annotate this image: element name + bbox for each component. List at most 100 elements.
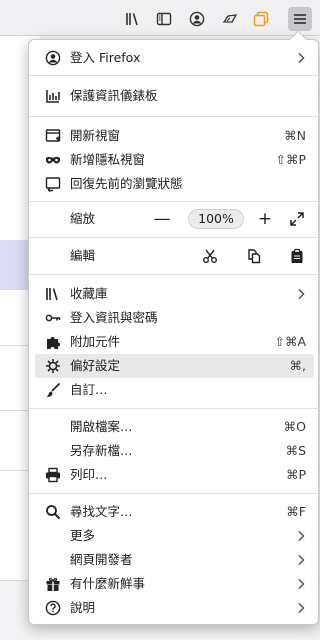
menu-separator (29, 116, 318, 117)
menu-item-logins-passwords[interactable]: 登入資訊與密碼 (35, 306, 314, 330)
chevron-right-icon (298, 288, 305, 300)
account-icon (189, 11, 205, 27)
menu-item-label: 收藏庫 (70, 286, 108, 301)
keyboard-shortcut: ⌘P (285, 467, 306, 482)
menu-item-label: 登入 Firefox (70, 50, 141, 65)
gift-icon (45, 576, 61, 592)
new-window-icon (45, 128, 61, 144)
menu-item-print[interactable]: 列印… ⌘P (35, 463, 314, 487)
menu-item-label: 有什麼新鮮事 (70, 576, 146, 591)
zoom-reset-button[interactable]: 100% (188, 209, 244, 229)
menu-item-find-in-page[interactable]: 尋找文字… ⌘F (35, 500, 314, 524)
menu-item-web-developer[interactable]: 網頁開發者 (35, 548, 314, 572)
menu-item-library[interactable]: 收藏庫 (35, 282, 314, 306)
menu-item-edit: 編輯 (35, 244, 314, 268)
screenshot-button[interactable] (218, 7, 242, 31)
library-icon (45, 286, 61, 302)
copy-button[interactable] (246, 248, 262, 264)
keyboard-shortcut: ⌘S (285, 443, 306, 458)
keyboard-shortcut: ⌘O (283, 419, 306, 434)
menu-separator (29, 274, 318, 275)
fullscreen-icon (290, 212, 304, 226)
menu-item-label: 開新視窗 (70, 128, 121, 143)
menu-item-addons[interactable]: 附加元件 ⇧⌘A (35, 330, 314, 354)
printer-icon (45, 467, 61, 483)
restore-session-icon (45, 176, 61, 192)
menu-item-whats-new[interactable]: 有什麼新鮮事 (35, 572, 314, 596)
keyboard-shortcut: ⌘F (286, 504, 306, 519)
chevron-right-icon (298, 602, 305, 614)
keyboard-shortcut: ⇧⌘P (275, 152, 306, 167)
menu-item-label: 偏好設定 (70, 358, 121, 373)
zoom-in-button[interactable]: + (256, 210, 274, 228)
menu-item-more[interactable]: 更多 (35, 524, 314, 548)
menu-item-open-file[interactable]: 開啟檔案… ⌘O (35, 415, 314, 439)
cut-button[interactable] (202, 248, 218, 264)
menu-separator (29, 237, 318, 238)
menu-item-new-window[interactable]: 開新視窗 ⌘N (35, 124, 314, 148)
menu-item-label: 回復先前的瀏覽狀態 (70, 176, 183, 191)
containers-icon (253, 11, 269, 27)
sidebar-button[interactable] (152, 7, 176, 31)
chevron-right-icon (298, 578, 305, 590)
keyboard-shortcut: ⌘, (289, 358, 306, 373)
menu-item-label: 列印… (70, 467, 108, 482)
private-mask-icon (45, 152, 61, 168)
copy-icon (248, 249, 261, 264)
scissors-icon (203, 249, 217, 263)
chart-icon (45, 88, 61, 104)
edit-label: 編輯 (70, 248, 96, 263)
chevron-right-icon (298, 52, 305, 64)
paste-button[interactable] (289, 248, 305, 264)
zoom-label: 縮放 (70, 211, 96, 226)
zoom-out-button[interactable]: — (153, 210, 171, 228)
menu-separator (29, 408, 318, 409)
menu-icon (294, 14, 306, 24)
keyboard-shortcut: ⇧⌘A (274, 334, 306, 349)
chevron-right-icon (298, 530, 305, 542)
library-icon (126, 13, 138, 26)
search-icon (45, 504, 61, 520)
menu-item-label: 自訂… (70, 382, 108, 397)
menu-item-label: 登入資訊與密碼 (70, 310, 158, 325)
screenshot-icon (222, 14, 238, 23)
menu-item-label: 保護資訊儀錶板 (70, 88, 158, 103)
menu-item-help[interactable]: 說明 (35, 596, 314, 620)
menu-item-restore-session[interactable]: 回復先前的瀏覽狀態 (35, 172, 314, 196)
menu-item-preferences[interactable]: 偏好設定 ⌘, (35, 354, 314, 378)
app-menu-panel: 登入 Firefox 保護資訊儀錶板 開新視窗 ⌘N 新增隱私視窗 ⇧⌘P 回復… (28, 30, 319, 625)
key-icon (45, 310, 61, 326)
chevron-right-icon (298, 554, 305, 566)
containers-button[interactable] (249, 7, 273, 31)
help-icon (45, 600, 61, 616)
menu-item-customize[interactable]: 自訂… (35, 378, 314, 402)
menu-item-label: 尋找文字… (70, 504, 133, 519)
menu-item-sign-in[interactable]: 登入 Firefox (35, 46, 314, 70)
menu-item-label: 網頁開發者 (70, 552, 133, 567)
paste-icon (291, 248, 303, 263)
menu-separator (29, 493, 318, 494)
menu-item-label: 開啟檔案… (70, 419, 133, 434)
open-menu-button[interactable] (288, 7, 312, 31)
menu-item-protections-dashboard[interactable]: 保護資訊儀錶板 (35, 84, 314, 108)
gear-icon (45, 358, 61, 374)
menu-item-private-window[interactable]: 新增隱私視窗 ⇧⌘P (35, 148, 314, 172)
browser-toolbar (0, 0, 320, 36)
menu-item-zoom: 縮放 — 100% + (35, 207, 314, 231)
fullscreen-button[interactable] (289, 211, 305, 227)
menu-item-label: 附加元件 (70, 334, 121, 349)
account-button[interactable] (185, 7, 209, 31)
paintbrush-icon (45, 382, 61, 398)
menu-separator (29, 75, 318, 76)
menu-item-label: 另存新檔… (70, 443, 133, 458)
menu-separator (29, 201, 318, 202)
menu-item-label: 說明 (70, 600, 96, 615)
library-button[interactable] (121, 7, 145, 31)
menu-item-label: 新增隱私視窗 (70, 152, 146, 167)
keyboard-shortcut: ⌘N (284, 128, 306, 143)
menu-item-label: 更多 (70, 528, 96, 543)
puzzle-icon (45, 334, 61, 350)
menu-item-save-as[interactable]: 另存新檔… ⌘S (35, 439, 314, 463)
sidebar-icon (156, 12, 172, 26)
account-icon (45, 50, 61, 66)
